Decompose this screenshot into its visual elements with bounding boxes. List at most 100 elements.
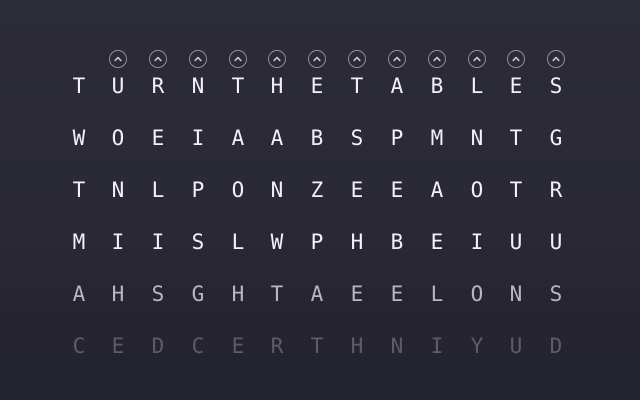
chevron-up-icon [273, 56, 281, 62]
letter-tile[interactable]: E [302, 71, 332, 101]
letter-tile[interactable]: H [342, 331, 372, 361]
letter-tile[interactable]: N [183, 71, 213, 101]
letter-tile[interactable]: A [302, 279, 332, 309]
letter-tile[interactable]: L [422, 279, 452, 309]
letter-tile[interactable]: Y [462, 331, 492, 361]
word-puzzle-board: TURNTHETABLESWOEIAABSPMNTGTNLPONZEEAOTRM… [0, 0, 640, 400]
letter-tile[interactable]: N [382, 331, 412, 361]
letter-tile[interactable]: T [302, 331, 332, 361]
letter-tile[interactable]: L [462, 71, 492, 101]
letter-tile[interactable]: A [64, 279, 94, 309]
letter-tile[interactable]: A [223, 123, 253, 153]
letter-tile[interactable]: T [64, 71, 94, 101]
column-9-shift-up-button[interactable] [428, 50, 446, 68]
letter-tile[interactable]: S [541, 279, 571, 309]
letter-tile[interactable]: O [462, 279, 492, 309]
letter-tile[interactable]: T [262, 279, 292, 309]
letter-tile[interactable]: T [342, 71, 372, 101]
chevron-up-icon [154, 56, 162, 62]
letter-tile[interactable]: U [501, 227, 531, 257]
letter-tile[interactable]: U [103, 71, 133, 101]
chevron-up-icon [433, 56, 441, 62]
letter-tile[interactable]: T [501, 123, 531, 153]
letter-tile[interactable]: S [143, 279, 173, 309]
letter-tile[interactable]: M [422, 123, 452, 153]
letter-tile[interactable]: I [422, 331, 452, 361]
chevron-up-icon [194, 56, 202, 62]
column-8-shift-up-button[interactable] [388, 50, 406, 68]
column-5-shift-up-button[interactable] [268, 50, 286, 68]
letter-tile[interactable]: A [262, 123, 292, 153]
letter-tile[interactable]: S [183, 227, 213, 257]
column-7-shift-up-button[interactable] [348, 50, 366, 68]
letter-tile[interactable]: N [462, 123, 492, 153]
letter-tile[interactable]: E [501, 71, 531, 101]
letter-tile[interactable]: E [382, 279, 412, 309]
letter-tile[interactable]: R [143, 71, 173, 101]
chevron-up-icon [114, 56, 122, 62]
letter-tile[interactable]: E [342, 279, 372, 309]
chevron-up-icon [353, 56, 361, 62]
letter-tile[interactable]: I [462, 227, 492, 257]
column-12-shift-up-button[interactable] [547, 50, 565, 68]
letter-tile[interactable]: P [302, 227, 332, 257]
letter-tile[interactable]: S [541, 71, 571, 101]
letter-tile[interactable]: P [183, 175, 213, 205]
letter-tile[interactable]: T [64, 175, 94, 205]
letter-tile[interactable]: N [103, 175, 133, 205]
column-11-shift-up-button[interactable] [507, 50, 525, 68]
letter-tile[interactable]: G [541, 123, 571, 153]
letter-tile[interactable]: I [103, 227, 133, 257]
letter-tile[interactable]: B [422, 71, 452, 101]
letter-tile[interactable]: E [342, 175, 372, 205]
letter-tile[interactable]: E [422, 227, 452, 257]
letter-tile[interactable]: O [103, 123, 133, 153]
letter-tile[interactable]: B [382, 227, 412, 257]
letter-tile[interactable]: E [223, 331, 253, 361]
letter-tile[interactable]: S [342, 123, 372, 153]
letter-tile[interactable]: L [143, 175, 173, 205]
letter-tile[interactable]: H [342, 227, 372, 257]
letter-tile[interactable]: I [183, 123, 213, 153]
letter-tile[interactable]: C [183, 331, 213, 361]
letter-tile[interactable]: W [262, 227, 292, 257]
letter-tile[interactable]: U [541, 227, 571, 257]
letter-tile[interactable]: H [103, 279, 133, 309]
column-2-shift-up-button[interactable] [149, 50, 167, 68]
chevron-up-icon [313, 56, 321, 62]
letter-tile[interactable]: N [501, 279, 531, 309]
column-3-shift-up-button[interactable] [189, 50, 207, 68]
letter-tile[interactable]: G [183, 279, 213, 309]
letter-tile[interactable]: L [223, 227, 253, 257]
letter-tile[interactable]: I [143, 227, 173, 257]
letter-tile[interactable]: P [382, 123, 412, 153]
letter-tile[interactable]: O [223, 175, 253, 205]
letter-tile[interactable]: D [541, 331, 571, 361]
letter-tile[interactable]: M [64, 227, 94, 257]
letter-tile[interactable]: A [422, 175, 452, 205]
letter-tile[interactable]: O [462, 175, 492, 205]
letter-tile[interactable]: Z [302, 175, 332, 205]
letter-tile[interactable]: D [143, 331, 173, 361]
column-4-shift-up-button[interactable] [229, 50, 247, 68]
letter-tile[interactable]: N [262, 175, 292, 205]
column-6-shift-up-button[interactable] [308, 50, 326, 68]
letter-tile[interactable]: B [302, 123, 332, 153]
letter-tile[interactable]: E [143, 123, 173, 153]
letter-row-4: MIISLWPHBEIUU [0, 230, 640, 272]
column-1-shift-up-button[interactable] [109, 50, 127, 68]
letter-tile[interactable]: H [223, 279, 253, 309]
letter-tile[interactable]: T [501, 175, 531, 205]
letter-tile[interactable]: W [64, 123, 94, 153]
letter-tile[interactable]: H [262, 71, 292, 101]
letter-tile[interactable]: R [541, 175, 571, 205]
column-10-shift-up-button[interactable] [468, 50, 486, 68]
letter-tile[interactable]: C [64, 331, 94, 361]
letter-tile[interactable]: E [103, 331, 133, 361]
letter-tile[interactable]: U [501, 331, 531, 361]
letter-tile[interactable]: A [382, 71, 412, 101]
letter-tile[interactable]: R [262, 331, 292, 361]
letter-tile[interactable]: T [223, 71, 253, 101]
chevron-up-icon [512, 56, 520, 62]
letter-tile[interactable]: E [382, 175, 412, 205]
